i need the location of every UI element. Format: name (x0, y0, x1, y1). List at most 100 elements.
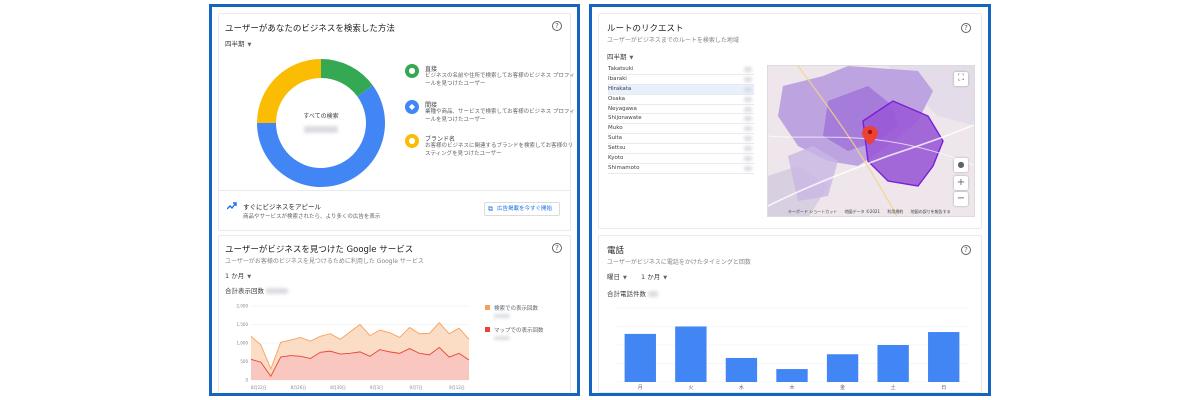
legend-swatch (485, 327, 490, 332)
left-panel: ユーザーがあなたのビジネスを検索した方法 ? 四半期 ▼ すべての検索 ● 直接 … (209, 4, 580, 396)
zoom-in-button[interactable]: + (954, 176, 968, 190)
card-title: ルートのリクエスト (607, 24, 684, 34)
card-subtitle: ユーザーがお客様のビジネスを見つけるために利用した Google サービス (225, 258, 424, 265)
category-icon: ◆ (405, 100, 419, 114)
zoom-out-button[interactable]: − (954, 192, 968, 206)
bar-火[interactable] (675, 326, 707, 383)
city-row[interactable]: Suita (608, 134, 754, 145)
weekday-dropdown[interactable]: 曜日 ▼ (607, 271, 627, 281)
help-icon[interactable]: ? (552, 21, 562, 31)
city-count-blurred (744, 126, 752, 132)
x-tick-label: 8月30日 (330, 385, 346, 390)
chevron-down-icon: ▼ (663, 275, 668, 281)
city-row[interactable]: Shimamoto (608, 164, 754, 174)
city-count-blurred (744, 165, 752, 171)
chevron-down-icon: ▼ (247, 274, 252, 280)
street-view-pegman-icon[interactable]: ● (954, 158, 968, 172)
legend-swatch (485, 305, 490, 310)
services-area-chart: 2,000 1,500 1,000 500 08月22日 8月26日 8月30日 9月3日 9月… (237, 304, 470, 390)
city-count-blurred (744, 86, 752, 92)
y-tick-label: 1,500 (237, 322, 249, 327)
help-icon[interactable]: ? (961, 245, 971, 255)
bar-土[interactable] (877, 345, 909, 382)
start-ads-label: 広告掲載を今すぐ開始 (497, 206, 553, 212)
legend-desc: お客様のビジネスに関連するブランドを検索してお客様のリスティングを見つけたユーザ… (425, 143, 574, 157)
terms-link[interactable]: 利用規約 (887, 209, 903, 214)
legend-desc: ビジネスの名前や住所で検索してお客様のビジネス プロフィールを見つけたユーザー (425, 73, 575, 87)
promo-title: すぐにビジネスをアピール (243, 203, 321, 211)
map-data-text: 地図データ ©2021 (844, 209, 881, 214)
bar-月[interactable] (624, 333, 656, 382)
legend-value-blurred (494, 336, 510, 340)
donut-center-label: すべての検索 (303, 112, 338, 120)
y-tick-label: 500 (240, 359, 248, 364)
total-views-value-blurred (266, 288, 289, 294)
period-dropdown[interactable]: 1 か月 ▼ (641, 271, 667, 281)
x-tick-label: 8月26日 (291, 385, 307, 390)
help-icon[interactable]: ? (552, 243, 562, 253)
right-panel: ルートのリクエスト ユーザーがビジネスまでのルートを検索した地域 ? 四半期 ▼ … (589, 4, 991, 396)
trending-up-icon (227, 202, 237, 210)
keyboard-shortcuts-link[interactable]: キーボード ショートカット (788, 209, 837, 214)
city-row[interactable]: Ibaraki (608, 75, 754, 85)
donut-slice-1[interactable] (321, 59, 373, 97)
card-title: ユーザーがあなたのビジネスを検索した方法 (225, 24, 395, 34)
bar-木[interactable] (776, 369, 808, 382)
city-count-blurred (744, 156, 752, 162)
search-method-card: ユーザーがあなたのビジネスを検索した方法 ? 四半期 ▼ すべての検索 ● 直接 … (218, 13, 575, 231)
card-title: ユーザーがビジネスを見つけた Google サービス (225, 245, 414, 255)
x-tick-label: 水 (739, 384, 744, 391)
city-count-blurred (744, 106, 752, 112)
google-services-card: ユーザーがビジネスを見つけた Google サービス ユーザーがお客様のビジネス… (218, 235, 571, 393)
period-label: 四半期 (607, 53, 627, 61)
card-title: 電話 (607, 246, 625, 256)
bar-日[interactable] (928, 332, 960, 382)
city-row[interactable]: Osaka (608, 95, 754, 105)
city-name: Shimamoto (608, 164, 640, 171)
city-row[interactable]: Shijonawate (608, 114, 754, 125)
city-list: Takatsuki Ibaraki Hirakata Osaka Neyagawa Shi… (608, 65, 754, 174)
city-name: Takatsuki (608, 66, 634, 72)
city-count-blurred (744, 67, 752, 72)
bar-金[interactable] (826, 354, 859, 382)
legend-label: 検索での表示回数 (494, 306, 539, 312)
city-name: Settsu (608, 145, 626, 152)
city-name: Shijonawate (608, 115, 642, 122)
calls-bar-chart: 月火水木金土日 (615, 307, 969, 391)
fullscreen-button[interactable]: ⛶ (954, 72, 968, 86)
period-dropdown[interactable]: 1 か月 ▼ (225, 270, 251, 280)
card-subtitle: ユーザーがビジネスに電話をかけたタイミングと回数 (607, 259, 751, 266)
help-icon[interactable]: ? (961, 23, 971, 33)
city-row[interactable]: Muko (608, 124, 754, 135)
report-error-link[interactable]: 地図の誤りを報告する (911, 209, 951, 214)
city-row[interactable]: Neyagawa (608, 105, 754, 115)
promo-desc: 商品やサービスが検索されたら、より多くの広告を表示 (243, 214, 381, 220)
divider (219, 190, 570, 191)
city-row[interactable]: Settsu (608, 144, 754, 155)
location-pin-icon: ● (405, 64, 419, 78)
x-tick-label: 土 (891, 384, 896, 391)
start-ads-button[interactable]: ⧉ 広告掲載を今すぐ開始 (484, 202, 560, 216)
city-count-blurred (744, 76, 752, 82)
bar-水[interactable] (725, 357, 758, 382)
city-row[interactable]: Hirakata (608, 84, 754, 95)
map-canvas (768, 66, 974, 216)
city-row[interactable]: Takatsuki (608, 65, 754, 75)
period-label: 四半期 (225, 40, 245, 48)
total-views-label: 合計表示回数 (225, 285, 289, 295)
period-dropdown[interactable]: 四半期 ▼ (225, 38, 251, 48)
x-tick-label: 火 (688, 385, 693, 391)
route-map[interactable]: ⛶ ● + − キーボード ショートカット 地図データ ©2021 利用規約 地… (767, 65, 975, 217)
period-label: 1 か月 (225, 272, 245, 280)
city-count-blurred (744, 136, 752, 142)
x-tick-label: 9月7日 (410, 385, 423, 390)
x-tick-label: 9月12日 (449, 385, 465, 390)
city-count-blurred (744, 96, 752, 102)
period-label: 1 か月 (641, 273, 661, 281)
legend-desc: 業種や商品、サービスで検索してお客様のビジネス プロフィールを見つけたユーザー (425, 109, 575, 123)
city-row[interactable]: Kyoto (608, 154, 754, 164)
y-tick-label: 0 (245, 378, 248, 383)
x-tick-label: 木 (789, 384, 794, 391)
period-dropdown[interactable]: 四半期 ▼ (607, 51, 633, 61)
donut-center-value-blurred (304, 126, 338, 133)
